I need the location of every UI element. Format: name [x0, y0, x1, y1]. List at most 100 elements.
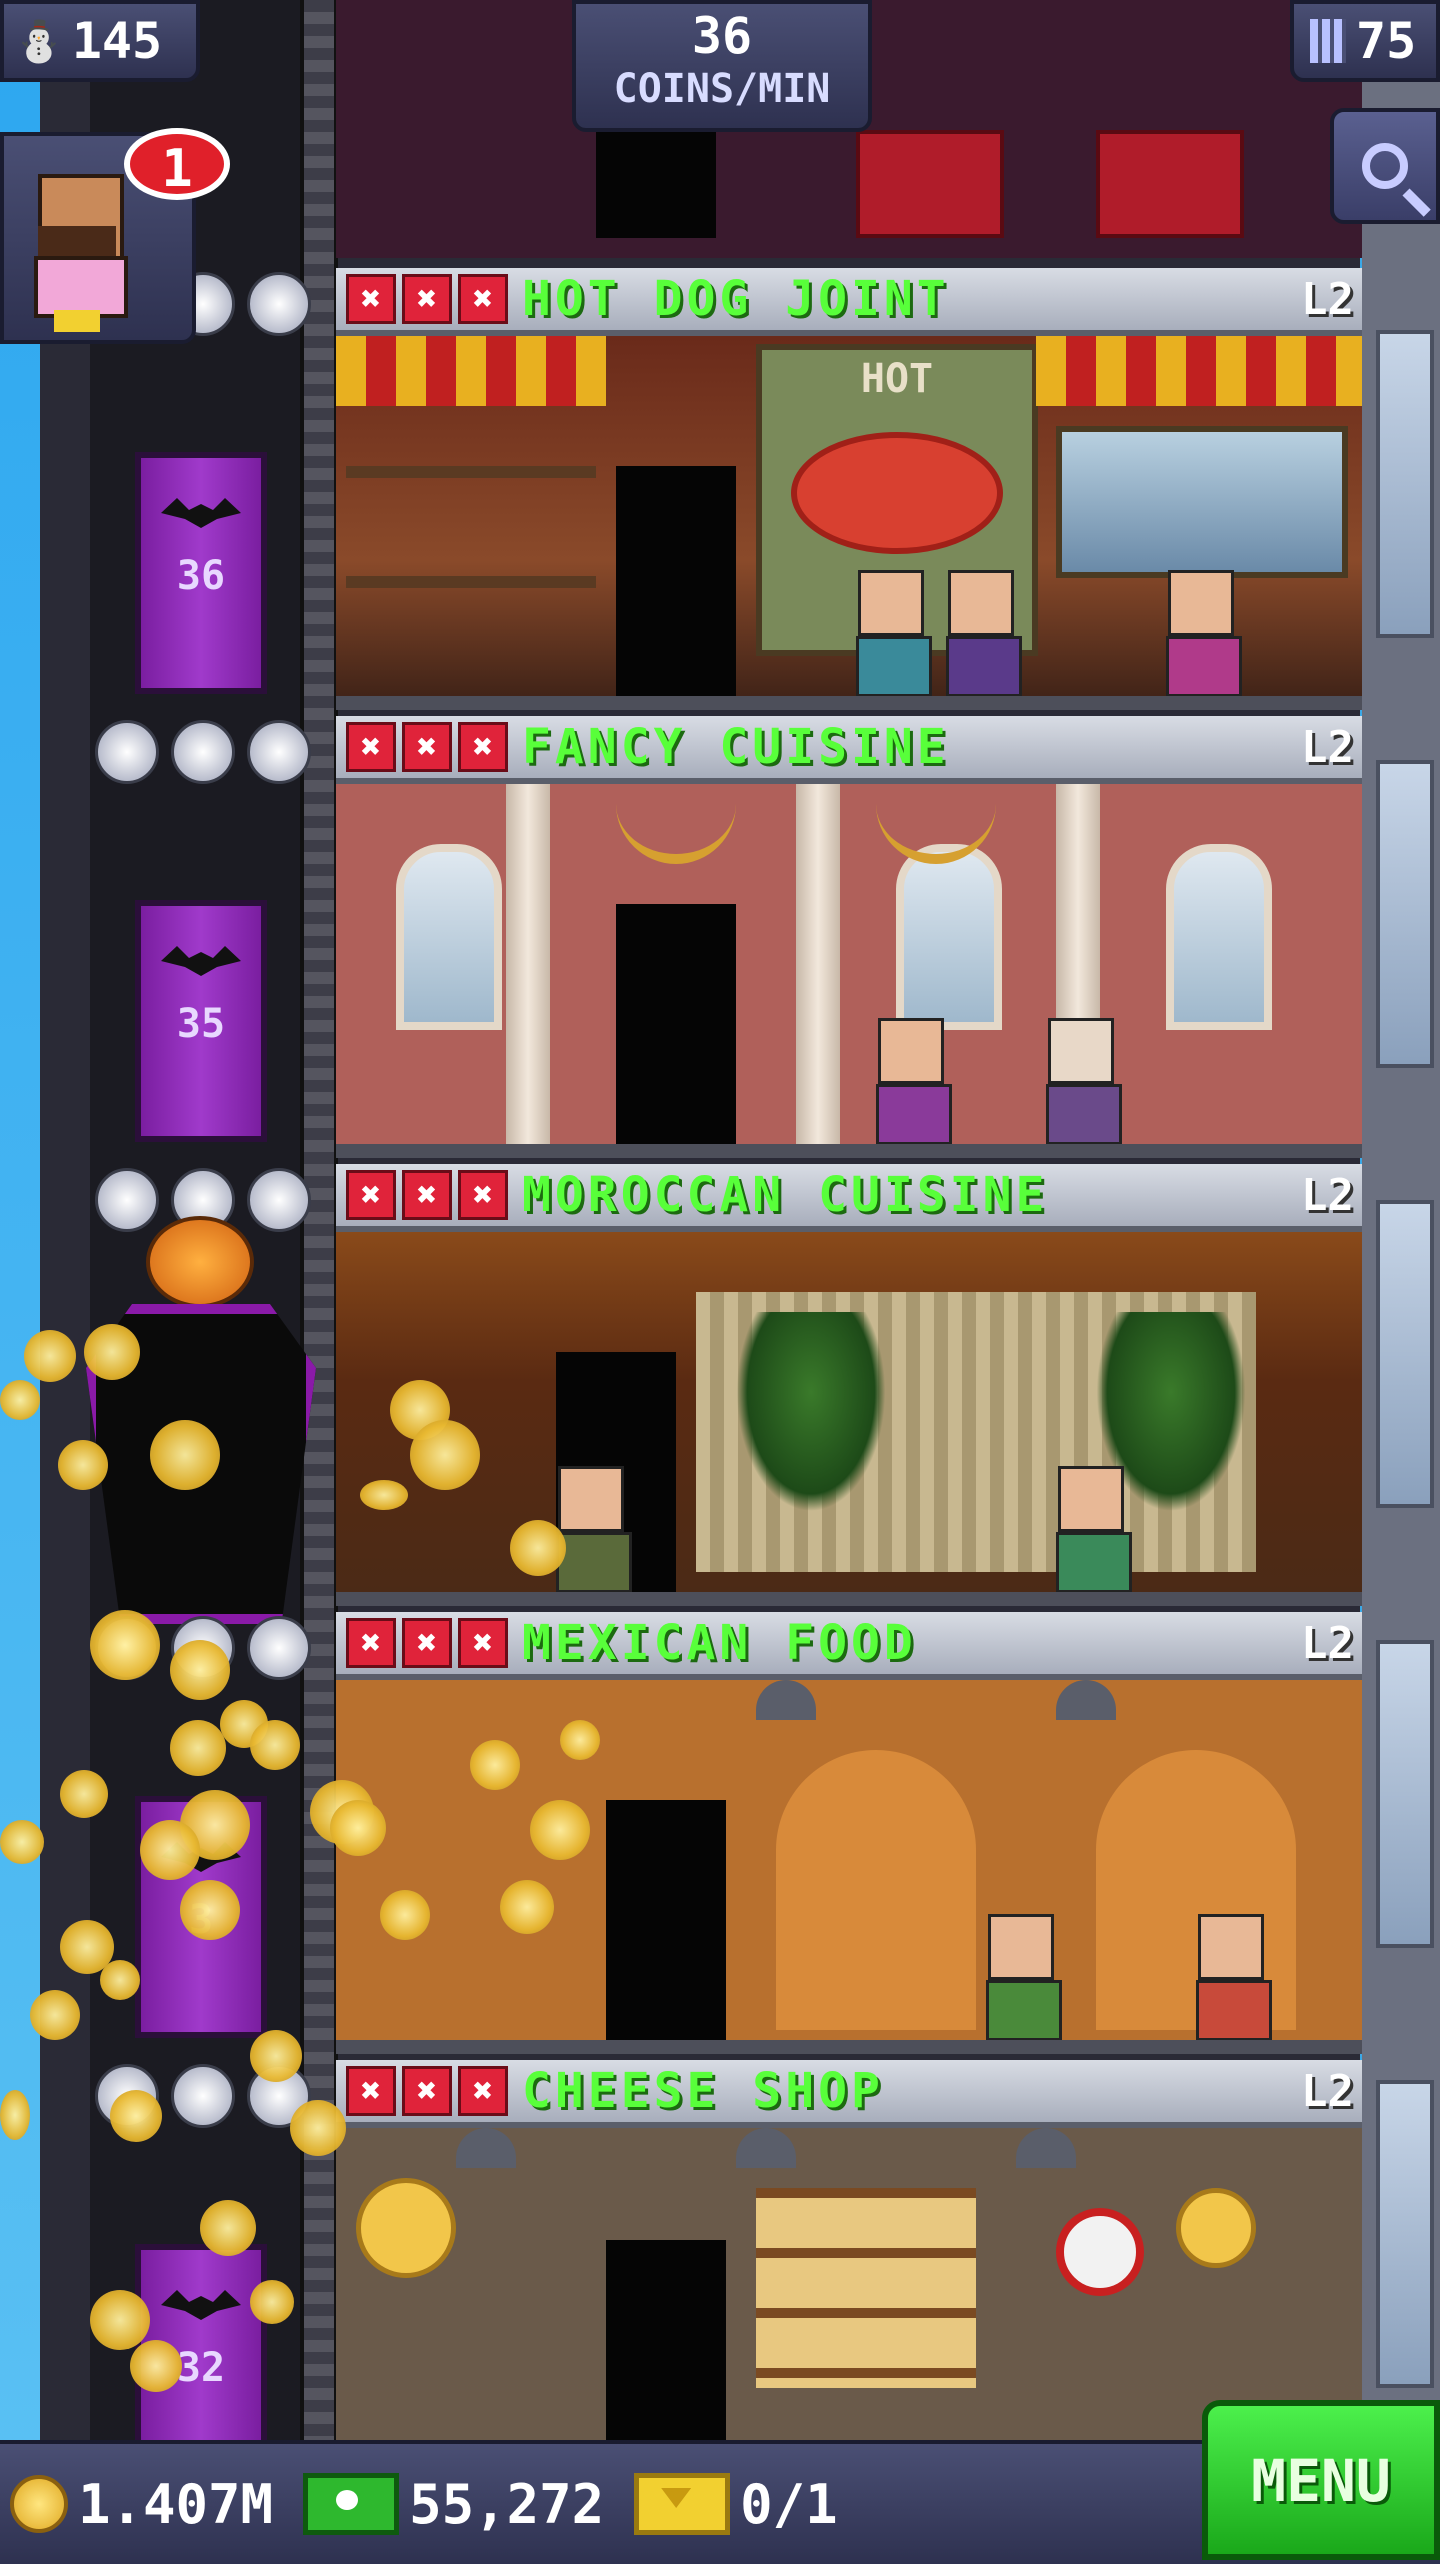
out-of-stock-icon: ✖ — [458, 1170, 508, 1220]
floors-counter[interactable]: 75 — [1290, 0, 1440, 82]
tower-right-wall — [1362, 0, 1440, 2440]
floor-header[interactable]: ✖ ✖ ✖ MEXICAN FOOD L2 — [336, 1612, 1362, 1680]
coins-per-minute-display[interactable]: 36 COINS/MIN — [572, 0, 872, 132]
window — [1376, 330, 1434, 638]
floor-door — [606, 1800, 726, 2040]
out-of-stock-icon: ✖ — [458, 1618, 508, 1668]
star-icon — [247, 272, 311, 336]
out-of-stock-icon: ✖ — [346, 2066, 396, 2116]
magnifier-icon — [1362, 143, 1408, 189]
arched-window — [396, 844, 502, 1030]
floor-slab — [336, 696, 1362, 710]
out-of-stock-icon: ✖ — [346, 274, 396, 324]
elevator-floor-number: 36 — [176, 553, 226, 599]
floor-level: L2 — [1301, 1618, 1354, 1669]
ceiling-lamp — [456, 2128, 516, 2168]
elevator-door[interactable]: 35 — [135, 900, 267, 1142]
arched-window — [1166, 844, 1272, 1030]
out-of-stock-icon: ✖ — [458, 274, 508, 324]
star-icon — [247, 720, 311, 784]
floor-door — [616, 466, 736, 696]
bat-icon — [161, 2290, 241, 2320]
floor-mexican-food[interactable]: ✖ ✖ ✖ MEXICAN FOOD L2 — [336, 1612, 1362, 2060]
customer[interactable] — [1046, 1018, 1122, 1145]
pillar — [796, 784, 840, 1158]
bat-icon — [161, 498, 241, 528]
tickets-display[interactable]: 0/1 — [634, 2473, 838, 2536]
customer[interactable] — [876, 1018, 952, 1145]
floor-level: L2 — [1301, 2066, 1354, 2117]
stock-status: ✖ ✖ ✖ — [346, 1170, 508, 1220]
pillar — [506, 784, 550, 1158]
floor-level: L2 — [1301, 722, 1354, 773]
window — [1376, 2080, 1434, 2388]
palm-plant — [736, 1312, 886, 1512]
floor-header[interactable]: ✖ ✖ ✖ FANCY CUISINE L2 — [336, 716, 1362, 784]
arch — [776, 1750, 976, 2030]
window — [1376, 1640, 1434, 1948]
floor-room[interactable] — [336, 2128, 1362, 2440]
out-of-stock-icon: ✖ — [402, 722, 452, 772]
floor-fancy-cuisine[interactable]: ✖ ✖ ✖ FANCY CUISINE L2 — [336, 716, 1362, 1164]
notification-badge: 1 — [124, 128, 230, 200]
coins-value: 1.407M — [78, 2472, 274, 2536]
shop-window — [1056, 426, 1348, 578]
customer[interactable] — [856, 570, 932, 697]
bux-value: 55,272 — [409, 2472, 605, 2536]
tickets-value: 0/1 — [740, 2472, 838, 2536]
star-icon — [171, 720, 235, 784]
bux-display[interactable]: 55,272 — [303, 2473, 604, 2536]
floor-door — [616, 904, 736, 1144]
coins-per-minute-value: 36 — [691, 7, 753, 65]
customer[interactable] — [1196, 1914, 1272, 2041]
arched-window — [896, 844, 1002, 1030]
out-of-stock-icon: ✖ — [458, 2066, 508, 2116]
floor-header[interactable]: ✖ ✖ ✖ MOROCCAN CUISINE L2 — [336, 1164, 1362, 1232]
building-icon — [1310, 19, 1346, 63]
awning — [336, 336, 606, 406]
ceiling-lamp — [1016, 2128, 1076, 2168]
menu-button[interactable]: MENU — [1202, 2400, 1440, 2560]
hot-sign-text: HOT — [860, 356, 934, 402]
hotdog-picture — [791, 432, 1003, 554]
floor-header[interactable]: ✖ ✖ ✖ HOT DOG JOINT L2 — [336, 268, 1362, 336]
floor-header[interactable]: ✖ ✖ ✖ CHEESE SHOP L2 — [336, 2060, 1362, 2128]
shelf — [346, 576, 596, 588]
floor-room[interactable] — [336, 1680, 1362, 2054]
floor-stars — [95, 720, 311, 784]
search-button[interactable] — [1330, 108, 1440, 224]
population-counter[interactable]: ⛄ 145 — [0, 0, 200, 82]
tower-bux-icon — [303, 2473, 400, 2535]
elevator-door[interactable]: 36 — [135, 452, 267, 694]
window — [1376, 1200, 1434, 1508]
coins-display[interactable]: 1.407M — [10, 2473, 273, 2536]
floor-room[interactable] — [336, 784, 1362, 1158]
customer[interactable] — [1056, 1466, 1132, 1593]
star-icon — [247, 1616, 311, 1680]
floor-hot-dog-joint[interactable]: ✖ ✖ ✖ HOT DOG JOINT L2 HOT — [336, 268, 1362, 716]
diner-booth — [856, 130, 1004, 238]
floor-moroccan-cuisine[interactable]: ✖ ✖ ✖ MOROCCAN CUISINE L2 — [336, 1164, 1362, 1612]
floor-cheese-shop[interactable]: ✖ ✖ ✖ CHEESE SHOP L2 — [336, 2060, 1362, 2440]
customer[interactable] — [986, 1914, 1062, 2041]
out-of-stock-icon: ✖ — [402, 1618, 452, 1668]
window — [1376, 760, 1434, 1068]
people-icon: ⛄ — [14, 18, 64, 65]
star-icon — [95, 1168, 159, 1232]
out-of-stock-icon: ✖ — [402, 1170, 452, 1220]
awning — [1036, 336, 1362, 406]
floor-room[interactable]: HOT — [336, 336, 1362, 710]
floor-slab — [336, 2040, 1362, 2054]
stock-status: ✖ ✖ ✖ — [346, 2066, 508, 2116]
customer[interactable] — [946, 570, 1022, 697]
chandelier — [616, 784, 736, 864]
floor-slab — [336, 1144, 1362, 1158]
out-of-stock-icon: ✖ — [346, 1618, 396, 1668]
star-icon — [171, 2064, 235, 2128]
ceiling-lamp — [756, 1680, 816, 1720]
coin-icon — [10, 2475, 68, 2533]
floor-room[interactable] — [336, 1232, 1362, 1606]
customer[interactable] — [556, 1466, 632, 1593]
customer[interactable] — [1166, 570, 1242, 697]
floor-name: CHEESE SHOP — [522, 2063, 884, 2119]
